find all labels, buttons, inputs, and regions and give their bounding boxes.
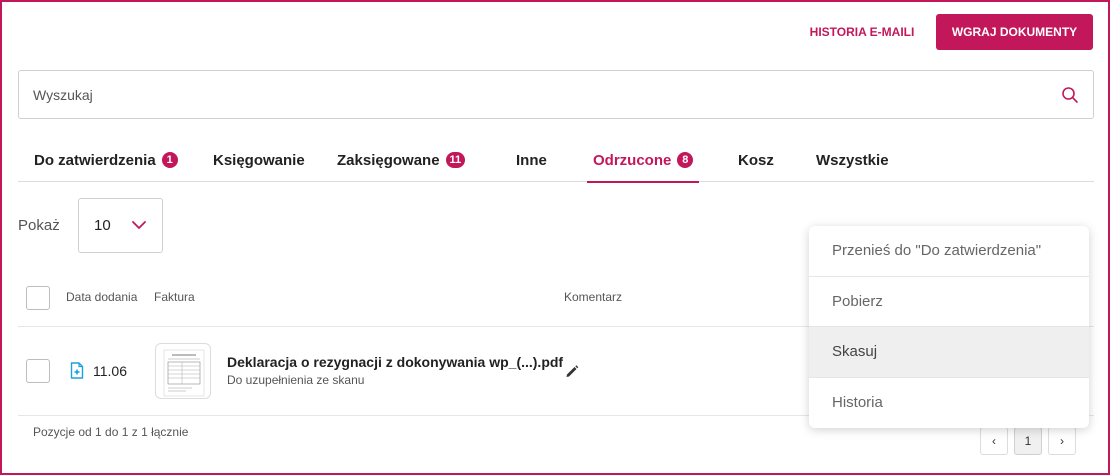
chevron-down-icon [132, 221, 146, 229]
tab-label: Odrzucone [593, 151, 672, 169]
tab-label: Wszystkie [816, 151, 889, 169]
row-checkbox[interactable] [26, 359, 50, 383]
column-header-date[interactable]: Data dodania [66, 290, 137, 304]
page-size-label: Pokaż [18, 217, 60, 234]
tab-label: Inne [516, 151, 547, 169]
tab-zaksiegowane[interactable]: Zaksięgowane 11 [337, 138, 466, 182]
count-badge: 11 [445, 152, 466, 168]
page-size-value: 10 [94, 217, 111, 234]
tab-wszystkie[interactable]: Wszystkie [816, 138, 889, 182]
row-date: 11.06 [93, 363, 127, 379]
pagination-summary: Pozycje od 1 do 1 z 1 łącznie [33, 425, 189, 439]
page-button[interactable]: 1 [1014, 427, 1042, 455]
tab-label: Księgowanie [213, 151, 305, 169]
tab-kosz[interactable]: Kosz [738, 138, 774, 182]
page-size-select[interactable]: 10 [78, 198, 163, 253]
row-actions-menu: Przenieś do "Do zatwierdzenia" Pobierz S… [809, 226, 1089, 428]
search-input[interactable] [20, 72, 1020, 117]
search-box [18, 70, 1094, 119]
status-tabs: Do zatwierdzenia 1 Księgowanie Zaksięgow… [18, 138, 1094, 183]
tab-do-zatwierdzenia[interactable]: Do zatwierdzenia 1 [34, 138, 178, 182]
tab-label: Do zatwierdzenia [34, 151, 156, 169]
tab-label: Zaksięgowane [337, 151, 440, 169]
column-header-invoice[interactable]: Faktura [154, 290, 195, 304]
column-header-comment: Komentarz [564, 290, 623, 304]
email-history-button[interactable]: HISTORIA E-MAILI [796, 20, 928, 44]
menu-item-delete[interactable]: Skasuj [809, 327, 1089, 378]
menu-item-history[interactable]: Historia [809, 378, 1089, 429]
count-badge: 8 [677, 152, 694, 168]
tab-ksiegowanie[interactable]: Księgowanie [213, 138, 305, 182]
pencil-icon[interactable] [564, 363, 580, 379]
select-all-checkbox[interactable] [26, 286, 50, 310]
pagination: ‹ 1 › [980, 427, 1076, 455]
file-status-text: Do uzupełnienia ze skanu [227, 373, 365, 387]
tab-label: Kosz [738, 151, 774, 169]
document-preview-icon [163, 349, 205, 397]
file-name-link[interactable]: Deklaracja o rezygnacji z dokonywania wp… [227, 354, 563, 370]
tab-odrzucone[interactable]: Odrzucone 8 [586, 138, 700, 183]
menu-item-move-to-approval[interactable]: Przenieś do "Do zatwierdzenia" [809, 226, 1089, 277]
tab-inne[interactable]: Inne [516, 138, 547, 182]
count-badge: 1 [161, 152, 178, 168]
prev-page-button[interactable]: ‹ [980, 427, 1008, 455]
next-page-button[interactable]: › [1048, 427, 1076, 455]
upload-documents-button[interactable]: WGRAJ DOKUMENTY [936, 14, 1093, 50]
document-thumbnail[interactable] [155, 343, 211, 399]
menu-item-download[interactable]: Pobierz [809, 277, 1089, 327]
search-icon[interactable] [1061, 86, 1079, 104]
document-icon [70, 362, 84, 379]
